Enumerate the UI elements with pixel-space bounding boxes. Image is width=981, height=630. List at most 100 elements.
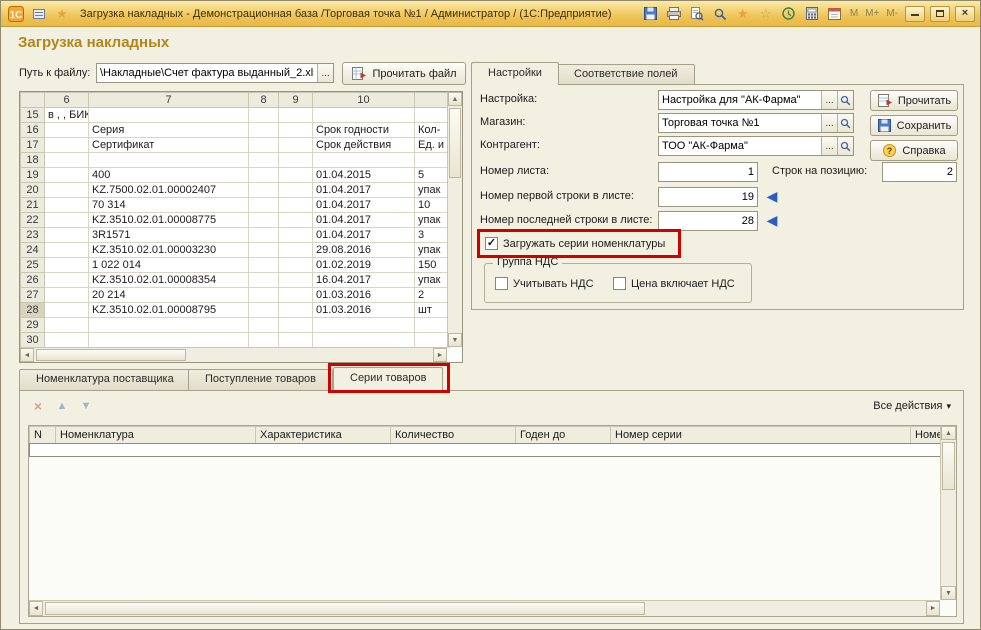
calendar-icon[interactable] [825,4,845,23]
browse-button[interactable]: ... [317,64,333,82]
cell[interactable] [249,228,279,243]
cell[interactable] [45,333,89,348]
sheet-number-input[interactable] [659,163,757,181]
spreadsheet-row[interactable]: 22KZ.3510.02.01.0000877501.04.2017упак [21,213,450,228]
scrollbar-thumb[interactable] [942,442,955,490]
scroll-down-icon[interactable]: ▼ [941,586,956,600]
vat-account-row[interactable]: Учитывать НДС [495,277,594,290]
row-number[interactable]: 18 [21,153,45,168]
cell[interactable]: упак [415,183,450,198]
cell[interactable] [279,303,313,318]
scroll-right-icon[interactable]: ► [433,348,447,362]
cell[interactable] [415,153,450,168]
cell[interactable] [415,333,450,348]
vat-included-row[interactable]: Цена включает НДС [613,277,735,290]
scrollbar-track[interactable] [941,492,956,586]
file-path-input[interactable] [97,64,317,82]
move-up-icon[interactable]: ▲ [52,396,72,415]
series-column-header[interactable]: Номер серии [611,427,911,444]
cell[interactable]: KZ.3510.02.01.00008795 [89,303,249,318]
cell[interactable] [279,198,313,213]
cell[interactable] [89,318,249,333]
cell[interactable]: упак [415,213,450,228]
cell[interactable] [249,303,279,318]
favorites-star-icon[interactable]: ★ [52,4,72,23]
cell[interactable] [45,183,89,198]
favorites-list-icon[interactable]: ☆ [756,4,776,23]
scroll-down-icon[interactable]: ▼ [448,333,462,347]
load-series-checkbox[interactable]: ✓ [485,237,498,250]
row-number[interactable]: 20 [21,183,45,198]
sheet-number-field[interactable] [658,162,758,182]
cell[interactable]: KZ.7500.02.01.00002407 [89,183,249,198]
print-icon[interactable] [664,4,684,23]
row-number[interactable]: 17 [21,138,45,153]
open-magnifier-icon[interactable] [837,91,853,109]
cell[interactable] [249,168,279,183]
spreadsheet-row[interactable]: 20KZ.7500.02.01.0000240701.04.2017упак [21,183,450,198]
cell[interactable] [45,243,89,258]
cell[interactable] [415,108,450,123]
cell[interactable]: Кол- [415,123,450,138]
cell[interactable] [279,258,313,273]
column-header[interactable]: 10 [313,93,415,108]
file-path-field[interactable]: ... [96,63,334,83]
cell[interactable] [45,123,89,138]
row-number[interactable]: 26 [21,273,45,288]
column-header[interactable]: 7 [89,93,249,108]
cell[interactable] [45,153,89,168]
read-file-button[interactable]: Прочитать файл [342,62,466,85]
cell[interactable] [279,138,313,153]
cell[interactable] [249,288,279,303]
cell[interactable] [313,153,415,168]
tab-goods-series[interactable]: Серии товаров [333,367,443,390]
series-column-header[interactable]: Номер [911,427,943,444]
scroll-left-icon[interactable]: ◄ [29,601,43,616]
cell[interactable] [249,183,279,198]
series-column-header[interactable]: Годен до [516,427,611,444]
cell[interactable]: 10 [415,198,450,213]
cell[interactable]: 01.03.2016 [313,303,415,318]
cell[interactable] [279,273,313,288]
row-number[interactable]: 15 [21,108,45,123]
move-down-icon[interactable]: ▼ [76,396,96,415]
setting-field[interactable]: ... [658,90,854,110]
cell[interactable]: 400 [89,168,249,183]
column-header[interactable]: 6 [45,93,89,108]
all-actions-button[interactable]: Все действия ▾ [873,400,951,412]
cell[interactable]: 2 [415,288,450,303]
cell[interactable]: 01.02.2019 [313,258,415,273]
series-column-header[interactable]: Количество [391,427,516,444]
save-button[interactable]: Сохранить [870,115,958,136]
cell[interactable] [279,183,313,198]
cell[interactable] [45,228,89,243]
cell[interactable] [89,108,249,123]
choose-button[interactable]: ... [821,114,837,132]
column-header-clipped[interactable] [415,93,450,108]
scroll-up-icon[interactable]: ▲ [941,426,956,440]
row-number[interactable]: 21 [21,198,45,213]
cell[interactable] [249,108,279,123]
spreadsheet-horizontal-scrollbar[interactable]: ◄ ► [20,347,447,362]
spreadsheet-row[interactable]: 233R157101.04.20173 [21,228,450,243]
print-preview-icon[interactable] [687,4,707,23]
series-column-header[interactable]: N [30,427,56,444]
cell[interactable]: упак [415,243,450,258]
cell[interactable] [45,258,89,273]
history-icon[interactable] [779,4,799,23]
spreadsheet-row[interactable]: 15в , , БИК [21,108,450,123]
column-header[interactable]: 8 [249,93,279,108]
last-row-input[interactable] [659,212,757,230]
spreadsheet-row[interactable]: 17СертификатСрок действияЕд. и [21,138,450,153]
cell[interactable] [249,153,279,168]
service-menu-icon[interactable] [29,4,49,23]
cell[interactable]: 01.04.2017 [313,213,415,228]
choose-button[interactable]: ... [821,137,837,155]
cell[interactable] [45,213,89,228]
cell[interactable] [279,168,313,183]
cell[interactable] [279,108,313,123]
scrollbar-track[interactable] [448,180,462,333]
spreadsheet-row[interactable]: 26KZ.3510.02.01.0000835416.04.2017упак [21,273,450,288]
rows-per-position-input[interactable] [883,163,956,181]
series-vertical-scrollbar[interactable]: ▲ ▼ [940,426,956,600]
